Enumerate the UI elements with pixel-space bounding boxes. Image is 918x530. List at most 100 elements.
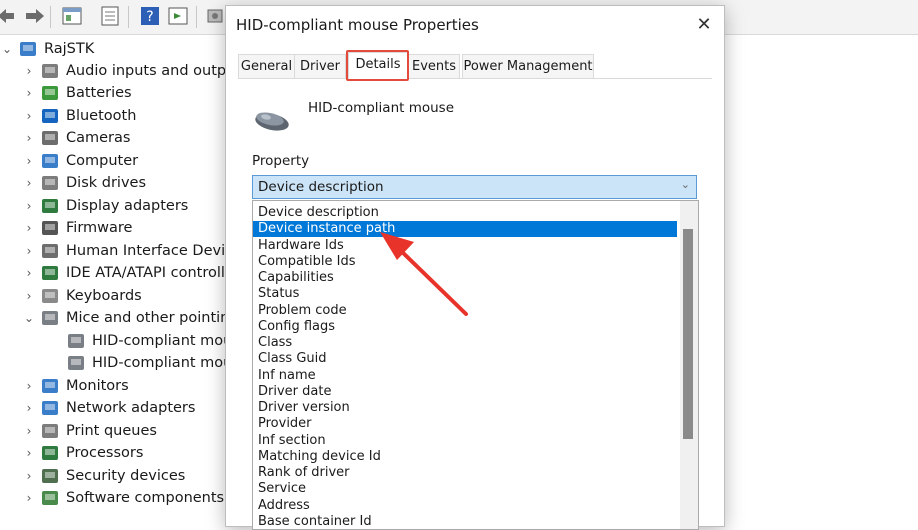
property-option[interactable]: Rank of driver xyxy=(253,465,677,481)
property-options-list[interactable]: Device description Device instance path Ha… xyxy=(252,200,699,530)
chevron-down-icon[interactable]: ⌄ xyxy=(0,38,14,60)
hid-icon xyxy=(40,242,60,260)
chevron-down-icon[interactable]: ⌄ xyxy=(681,178,690,191)
computer-icon xyxy=(18,40,38,58)
device-name: HID-compliant mouse xyxy=(308,100,455,116)
tree-item-label: Display adapters xyxy=(66,197,189,214)
mouse-icon xyxy=(66,332,86,350)
tree-item-label: Mice and other pointing devices xyxy=(66,310,230,326)
bluetooth-icon xyxy=(40,107,60,125)
help-icon[interactable]: ? xyxy=(138,4,162,28)
tree-item-label: Firmware xyxy=(66,220,133,236)
property-option[interactable]: Driver date xyxy=(253,384,677,400)
chevron-right-icon[interactable]: › xyxy=(22,195,36,217)
property-option[interactable]: Capabilities xyxy=(253,270,677,286)
scrollbar[interactable] xyxy=(680,201,698,529)
chevron-right-icon[interactable]: › xyxy=(22,240,36,262)
keyboard-icon xyxy=(40,287,60,305)
back-arrow-icon[interactable] xyxy=(0,4,20,28)
document-icon[interactable] xyxy=(98,4,122,28)
chevron-right-icon[interactable]: › xyxy=(22,285,36,307)
property-dropdown-value: Device description xyxy=(258,179,384,195)
chevron-right-icon[interactable]: › xyxy=(22,420,36,442)
tree-item-label: Security devices xyxy=(66,467,186,484)
mouse-icon xyxy=(40,309,60,327)
tree-item-label: Print queues xyxy=(66,422,157,439)
printer-icon xyxy=(40,422,60,440)
action-window-icon[interactable] xyxy=(166,4,190,28)
tree-item-label: Audio inputs and outputs xyxy=(66,62,230,79)
property-option[interactable]: Problem code xyxy=(253,303,677,319)
chevron-right-icon[interactable]: › xyxy=(22,217,36,239)
chevron-right-icon[interactable]: › xyxy=(22,487,36,509)
tab-driver[interactable]: Driver xyxy=(294,54,346,79)
tab-power-management[interactable]: Power Management xyxy=(462,54,594,79)
scrollbar-thumb[interactable] xyxy=(683,229,693,439)
properties-dialog: HID-compliant mouse Properties ✕ General… xyxy=(225,5,725,530)
property-option[interactable]: Inf section xyxy=(253,433,677,449)
property-option[interactable]: Address xyxy=(253,498,677,514)
property-option[interactable]: Hardware Ids xyxy=(253,238,677,254)
tree-item-label: RajSTK xyxy=(44,41,95,57)
dialog-title: HID-compliant mouse Properties xyxy=(236,16,479,34)
tree-item-label: Monitors xyxy=(66,377,129,394)
property-option[interactable]: Class xyxy=(253,335,677,351)
tree-item-label: Processors xyxy=(66,445,144,461)
tree-item-label: HID-compliant mouse xyxy=(92,332,230,349)
tree-item-label: Bluetooth xyxy=(66,107,137,124)
svg-text:?: ? xyxy=(146,9,153,25)
chevron-right-icon[interactable]: › xyxy=(22,82,36,104)
disk-drive-icon xyxy=(40,174,60,192)
option-device-instance-path[interactable]: Device instance path xyxy=(253,221,677,238)
display-adapter-icon xyxy=(40,197,60,215)
toolbar-separator xyxy=(50,6,51,28)
chevron-right-icon[interactable]: › xyxy=(22,127,36,149)
tree-item-label: HID-compliant mouse xyxy=(92,355,230,371)
monitor-icon xyxy=(40,377,60,395)
chevron-right-icon[interactable]: › xyxy=(22,262,36,284)
chevron-down-icon[interactable]: ⌄ xyxy=(22,307,36,329)
chevron-right-icon[interactable]: › xyxy=(22,60,36,82)
tab-general[interactable]: General xyxy=(238,54,295,79)
tree-item-label: Batteries xyxy=(66,85,132,101)
chevron-right-icon[interactable]: › xyxy=(22,150,36,172)
property-option[interactable]: Status xyxy=(253,286,677,302)
security-device-icon xyxy=(40,467,60,485)
tree-item-label: Keyboards xyxy=(66,287,142,304)
computer-icon xyxy=(40,152,60,170)
property-option[interactable]: Matching device Id xyxy=(253,449,677,465)
forward-arrow-icon[interactable] xyxy=(22,4,46,28)
property-option[interactable]: Device description xyxy=(253,205,677,221)
processor-icon xyxy=(40,444,60,462)
property-option[interactable]: Service xyxy=(253,481,677,497)
toolbar-separator xyxy=(196,6,197,28)
close-icon[interactable]: ✕ xyxy=(694,15,714,35)
tree-item-label: Software components xyxy=(66,490,225,506)
chevron-right-icon[interactable]: › xyxy=(22,105,36,127)
property-option[interactable]: Compatible Ids xyxy=(253,254,677,270)
property-dropdown[interactable]: Device description ⌄ xyxy=(252,175,697,199)
speaker-icon xyxy=(40,62,60,80)
chevron-right-icon[interactable]: › xyxy=(22,375,36,397)
property-option[interactable]: Driver version xyxy=(253,400,677,416)
property-option[interactable]: Provider xyxy=(253,416,677,432)
property-label: Property xyxy=(252,153,310,169)
network-adapter-icon xyxy=(40,399,60,417)
chevron-right-icon[interactable]: › xyxy=(22,397,36,419)
properties-window-icon[interactable] xyxy=(60,4,84,28)
property-option[interactable]: Inf name xyxy=(253,368,677,384)
chevron-right-icon[interactable]: › xyxy=(22,442,36,464)
property-option[interactable]: Config flags xyxy=(253,319,677,335)
tree-item-label: Disk drives xyxy=(66,175,147,191)
tree-item-label: IDE ATA/ATAPI controllers xyxy=(66,265,230,281)
property-option[interactable]: Class Guid xyxy=(253,351,677,367)
mouse-icon xyxy=(252,106,292,134)
battery-icon xyxy=(40,84,60,102)
tab-events[interactable]: Events xyxy=(408,54,460,79)
device-tree: ⌄ RajSTK › Audio inputs and outputs › Batteri… xyxy=(0,38,230,517)
tree-item-label: Network adapters xyxy=(66,400,196,416)
chevron-right-icon[interactable]: › xyxy=(22,172,36,194)
camera-icon xyxy=(40,129,60,147)
chevron-right-icon[interactable]: › xyxy=(22,465,36,487)
property-option[interactable]: Base container Id xyxy=(253,514,677,529)
